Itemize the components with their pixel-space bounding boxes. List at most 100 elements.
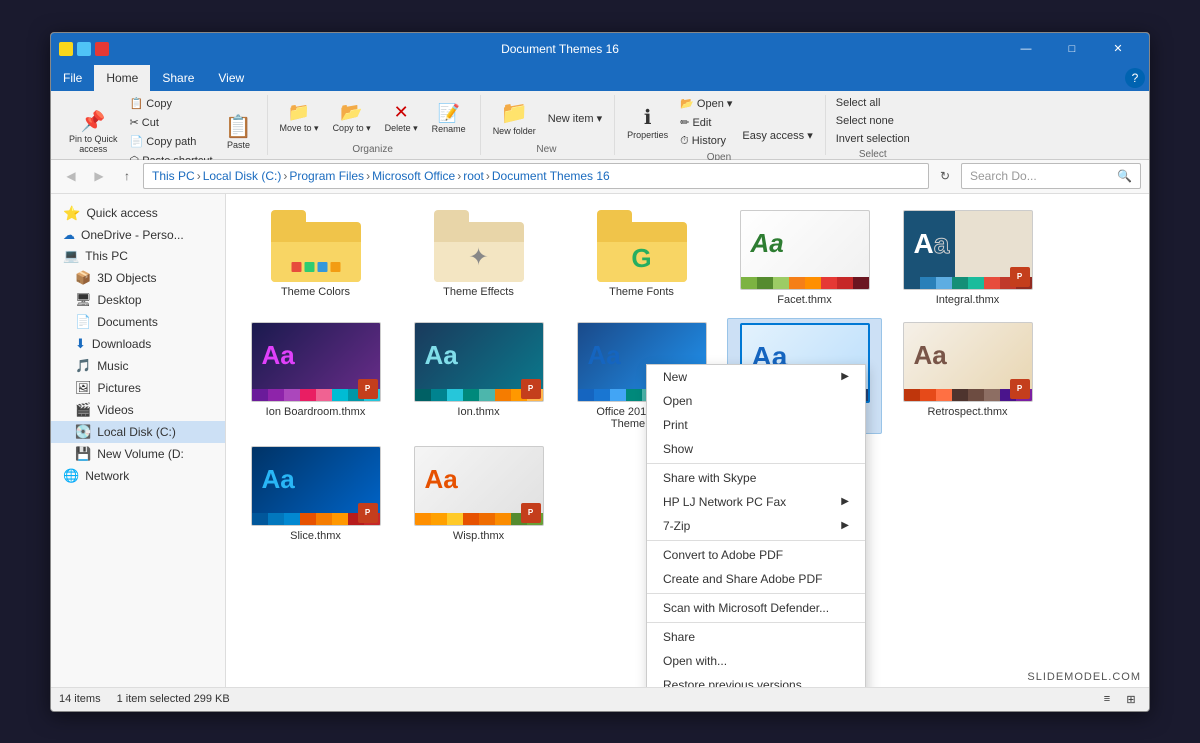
ion-label: Ion.thmx xyxy=(457,406,499,418)
clipboard-buttons: 📌 Pin to Quickaccess 📋 Copy ✂ Cut 📄 Copy… xyxy=(63,95,259,169)
easy-access-button[interactable]: Easy access ▾ xyxy=(738,122,816,150)
sidebar-item-videos[interactable]: 🎬 Videos xyxy=(51,399,225,421)
path-root[interactable]: root xyxy=(463,169,484,183)
path-document-themes[interactable]: Document Themes 16 xyxy=(492,169,610,183)
grid-view-button[interactable]: ⊞ xyxy=(1121,689,1141,709)
back-button[interactable]: ◀ xyxy=(59,164,83,188)
tab-file[interactable]: File xyxy=(51,65,94,91)
sidebar-item-network[interactable]: 🌐 Network xyxy=(51,465,225,487)
refresh-button[interactable]: ↻ xyxy=(933,164,957,188)
file-item-integral[interactable]: Aa P Int xyxy=(890,206,1045,310)
forward-button[interactable]: ▶ xyxy=(87,164,111,188)
ctx-7zip[interactable]: 7-Zip ▶ xyxy=(647,514,865,538)
copy-button[interactable]: 📋 Copy xyxy=(126,95,217,112)
file-item-ion[interactable]: Aa P Ion.thmx xyxy=(401,318,556,434)
copy-to-button[interactable]: 📂 Copy to ▾ xyxy=(327,96,377,140)
history-button[interactable]: ⏱ History xyxy=(676,133,736,150)
integral-preview: Aa P xyxy=(903,210,1033,290)
window-title: Document Themes 16 xyxy=(117,42,1003,56)
new-item-button[interactable]: New item ▾ xyxy=(544,104,606,132)
theme-colors-folder-icon xyxy=(271,210,361,282)
status-item-count: 14 items xyxy=(59,693,101,705)
select-none-button[interactable]: Select none xyxy=(832,113,898,129)
invert-selection-button[interactable]: Invert selection xyxy=(832,131,914,147)
file-area: Theme Colors ✦ Theme Effects xyxy=(226,194,1149,687)
path-this-pc[interactable]: This PC xyxy=(152,169,195,183)
organize-label: Organize xyxy=(274,142,472,155)
ctx-restore-versions[interactable]: Restore previous versions xyxy=(647,673,865,687)
ctx-share-skype[interactable]: Share with Skype xyxy=(647,466,865,490)
wisp-preview: Aa P xyxy=(414,446,544,526)
open-buttons: ℹ Properties 📂 Open ▾ ✏ Edit ⏱ History E… xyxy=(621,95,817,150)
sidebar-item-local-disk[interactable]: 💽 Local Disk (C:) xyxy=(51,421,225,443)
wisp-label: Wisp.thmx xyxy=(453,530,504,542)
theme-effects-label: Theme Effects xyxy=(443,286,514,298)
path-microsoft-office[interactable]: Microsoft Office xyxy=(372,169,455,183)
delete-button[interactable]: ✕ Delete ▾ xyxy=(379,96,424,140)
sidebar-item-quick-access[interactable]: ⭐ Quick access xyxy=(51,202,225,225)
ctx-open-with[interactable]: Open with... xyxy=(647,649,865,673)
move-to-button[interactable]: 📁 Move to ▾ xyxy=(274,96,325,140)
pin-to-quick-access-button[interactable]: 📌 Pin to Quickaccess xyxy=(63,110,124,154)
status-selected: 1 item selected 299 KB xyxy=(117,693,230,705)
minimize-button[interactable]: — xyxy=(1003,33,1049,65)
ctx-sep-1 xyxy=(647,463,865,464)
theme-colors-label: Theme Colors xyxy=(281,286,350,298)
file-item-theme-colors[interactable]: Theme Colors xyxy=(238,206,393,310)
sidebar-item-new-volume[interactable]: 💾 New Volume (D: xyxy=(51,443,225,465)
file-item-retrospect[interactable]: Aa P Retrospect.thmx xyxy=(890,318,1045,434)
address-path[interactable]: This PC › Local Disk (C:) › Program File… xyxy=(143,163,929,189)
sidebar-item-this-pc[interactable]: 💻 This PC xyxy=(51,245,225,267)
ctx-open[interactable]: Open xyxy=(647,389,865,413)
ctx-create-share-adobe[interactable]: Create and Share Adobe PDF xyxy=(647,567,865,591)
file-item-theme-fonts[interactable]: G Theme Fonts xyxy=(564,206,719,310)
file-item-slice[interactable]: Aa P Slice.thmx xyxy=(238,442,393,546)
cut-button[interactable]: ✂ Cut xyxy=(126,114,217,131)
ribbon-content: 📌 Pin to Quickaccess 📋 Copy ✂ Cut 📄 Copy… xyxy=(51,91,1149,159)
open-dropdown-button[interactable]: 📂 Open ▾ xyxy=(676,95,736,112)
ion-boardroom-preview: Aa P xyxy=(251,322,381,402)
new-group: 📁 New folder New item ▾ New xyxy=(483,95,615,155)
path-program-files[interactable]: Program Files xyxy=(289,169,364,183)
file-item-facet[interactable]: Aa Facet.thmx xyxy=(727,206,882,310)
ctx-share[interactable]: Share xyxy=(647,625,865,649)
close-button[interactable]: ✕ xyxy=(1095,33,1141,65)
retrospect-label: Retrospect.thmx xyxy=(927,406,1007,418)
up-button[interactable]: ↑ xyxy=(115,164,139,188)
ctx-hp-fax[interactable]: HP LJ Network PC Fax ▶ xyxy=(647,490,865,514)
new-folder-button[interactable]: 📁 New folder xyxy=(487,96,542,140)
rename-button[interactable]: 📝 Rename xyxy=(426,96,472,140)
sidebar-item-3d-objects[interactable]: 📦 3D Objects xyxy=(51,267,225,289)
file-item-theme-effects[interactable]: ✦ Theme Effects xyxy=(401,206,556,310)
ctx-new[interactable]: New ▶ xyxy=(647,365,865,389)
paste-button[interactable]: 📋 Paste xyxy=(219,108,259,156)
sidebar-item-desktop[interactable]: 🖥 Desktop xyxy=(51,289,225,311)
sidebar-item-pictures[interactable]: 🖼 Pictures xyxy=(51,377,225,399)
maximize-button[interactable]: □ xyxy=(1049,33,1095,65)
help-button[interactable]: ? xyxy=(1125,68,1145,88)
search-box[interactable]: Search Do... 🔍 xyxy=(961,163,1141,189)
tab-share[interactable]: Share xyxy=(150,65,206,91)
tab-view[interactable]: View xyxy=(206,65,256,91)
sidebar-item-documents[interactable]: 📄 Documents xyxy=(51,311,225,333)
copy-path-button[interactable]: 📄 Copy path xyxy=(126,133,217,150)
new-label: New xyxy=(487,142,606,155)
title-bar: Document Themes 16 — □ ✕ xyxy=(51,33,1149,65)
path-local-disk[interactable]: Local Disk (C:) xyxy=(203,169,282,183)
properties-button[interactable]: ℹ Properties xyxy=(621,100,674,144)
ctx-convert-adobe[interactable]: Convert to Adobe PDF xyxy=(647,543,865,567)
file-item-ion-boardroom[interactable]: Aa P Ion Boardroom.th xyxy=(238,318,393,434)
tab-home[interactable]: Home xyxy=(94,65,150,91)
ctx-print[interactable]: Print xyxy=(647,413,865,437)
list-view-button[interactable]: ≡ xyxy=(1097,689,1117,709)
sidebar-item-downloads[interactable]: ⬇ Downloads xyxy=(51,333,225,355)
select-all-button[interactable]: Select all xyxy=(832,95,885,111)
ctx-show[interactable]: Show xyxy=(647,437,865,461)
edit-button[interactable]: ✏ Edit xyxy=(676,114,736,131)
ribbon-tabs: File Home Share View ? xyxy=(51,65,1149,91)
sidebar-item-onedrive[interactable]: ☁ OneDrive - Perso... xyxy=(51,225,225,245)
window-controls: — □ ✕ xyxy=(1003,33,1141,65)
ctx-scan-defender[interactable]: Scan with Microsoft Defender... xyxy=(647,596,865,620)
sidebar-item-music[interactable]: 🎵 Music xyxy=(51,355,225,377)
file-item-wisp[interactable]: Aa P Wisp.thmx xyxy=(401,442,556,546)
